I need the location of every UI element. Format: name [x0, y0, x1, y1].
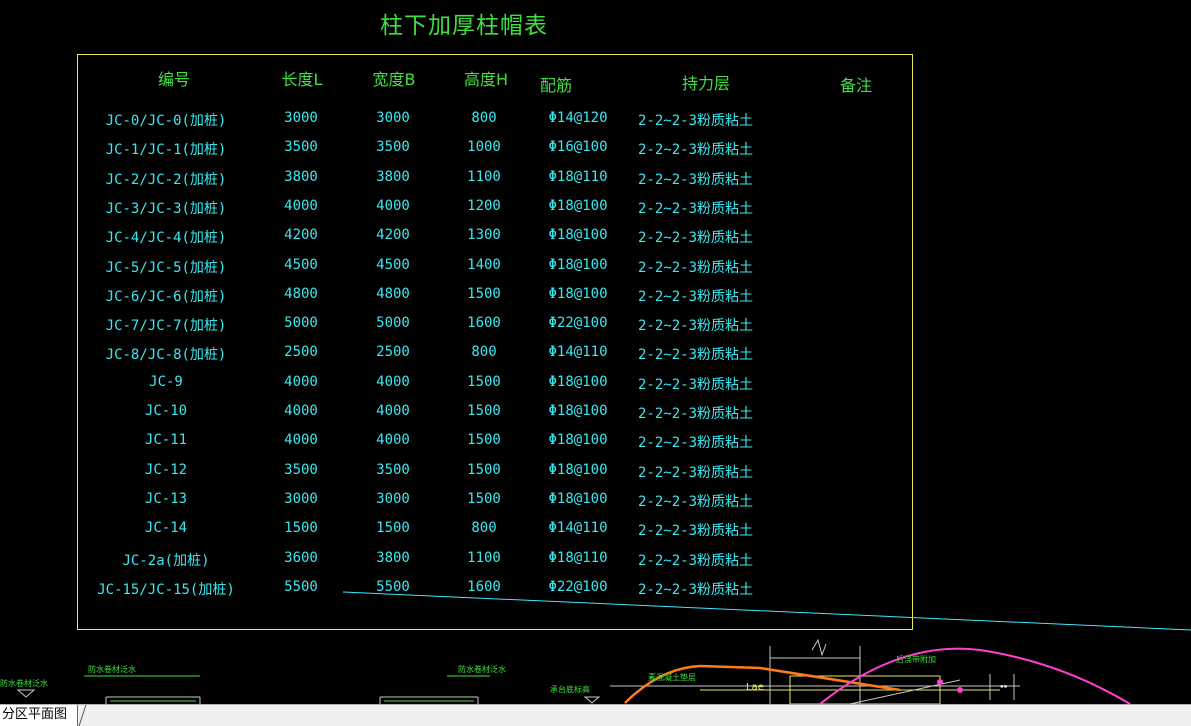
level-marker-icon: [16, 689, 36, 698]
cad-model-space[interactable]: 柱下加厚柱帽表 编号 长度L 宽度B 高度H 配筋 持力层 备注 JC-0/JC-0(加桩)…: [0, 0, 1191, 704]
layout-tab-bar: 分区平面图: [0, 704, 1191, 726]
detail-label: 素混凝土垫层: [648, 673, 696, 682]
section-line: [342, 591, 1191, 631]
tab-layout[interactable]: 分区平面图: [0, 705, 79, 726]
detail-label: Lae: [746, 682, 764, 693]
detail-label: 后浇带附加: [896, 655, 936, 664]
detail-label: 防水卷材泛水: [88, 665, 136, 674]
detail-label: 防水卷材泛水: [458, 665, 506, 674]
drawing-geometry: ▪▪: [16, 591, 1191, 704]
detail-label: 防水卷材泛水: [0, 679, 48, 688]
svg-text:▪▪: ▪▪: [1000, 683, 1007, 690]
detail-label: 承台底标高: [550, 685, 590, 694]
